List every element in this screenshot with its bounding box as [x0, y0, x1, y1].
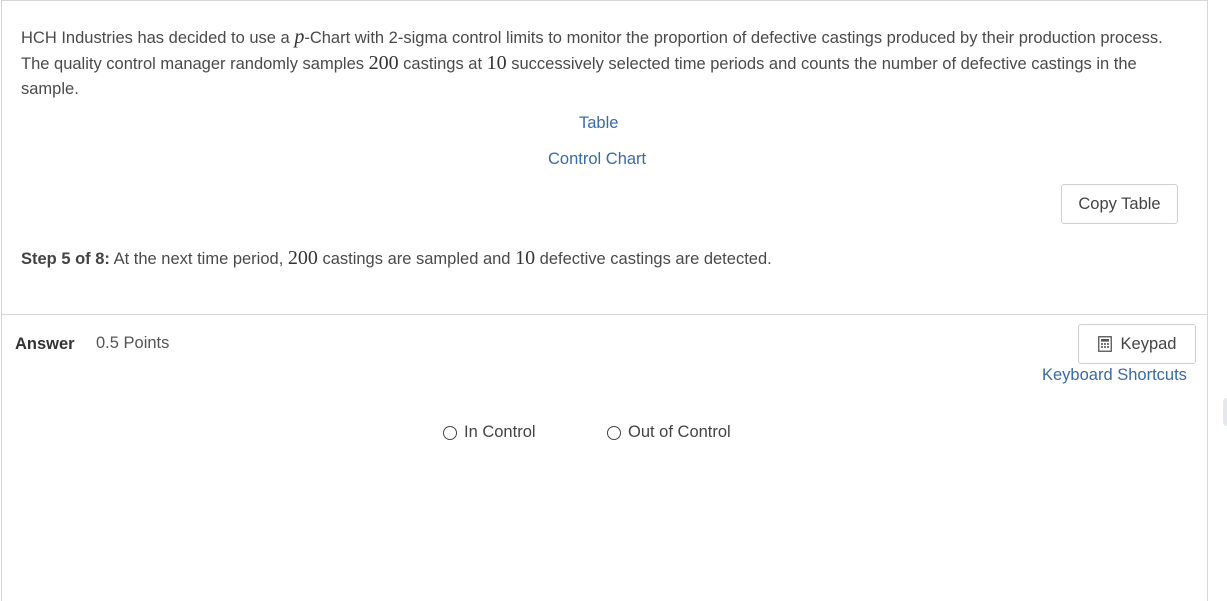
stem-p-variable: p [294, 26, 305, 48]
stem-text: HCH Industries has decided to use a [21, 29, 295, 47]
answer-label: Answer [15, 335, 75, 353]
option-in-control[interactable]: In Control [443, 423, 536, 442]
calculator-icon [1097, 336, 1112, 352]
keypad-label: Keypad [1120, 334, 1177, 353]
keyboard-shortcuts-link[interactable]: Keyboard Shortcuts [1042, 366, 1187, 385]
copy-table-button[interactable]: Copy Table [1061, 184, 1178, 224]
step-sample-size: 200 [287, 247, 318, 269]
option-out-of-control[interactable]: Out of Control [607, 423, 731, 442]
control-chart-link[interactable]: Control Chart [548, 150, 646, 169]
step-part: At the next time period, [109, 250, 288, 268]
copy-table-label: Copy Table [1078, 194, 1161, 213]
radio-in-control[interactable] [443, 425, 457, 440]
points-label: 0.5 Points [96, 334, 170, 352]
stem-sample-size: 200 [368, 52, 399, 74]
keypad-button[interactable]: Keypad [1078, 324, 1196, 364]
table-link[interactable]: Table [579, 114, 618, 133]
stem-text: castings at [398, 55, 487, 73]
step-part: castings are sampled and [317, 250, 516, 268]
step-part: defective castings are detected. [535, 250, 772, 268]
question-frame: HCH Industries has decided to use a p-Ch… [1, 0, 1208, 601]
side-panel-handle[interactable] [1223, 398, 1227, 426]
option-in-control-label: In Control [464, 423, 536, 441]
step-text: Step 5 of 8: At the next time period, 20… [21, 247, 772, 270]
question-stem: HCH Industries has decided to use a p-Ch… [21, 25, 1191, 102]
stem-periods: 10 [486, 52, 507, 74]
option-out-of-control-label: Out of Control [628, 423, 731, 441]
step-label: Step 5 of 8: [21, 250, 110, 268]
radio-out-of-control[interactable] [607, 425, 621, 440]
question-panel: HCH Industries has decided to use a p-Ch… [2, 1, 1207, 315]
step-defects: 10 [515, 247, 536, 269]
